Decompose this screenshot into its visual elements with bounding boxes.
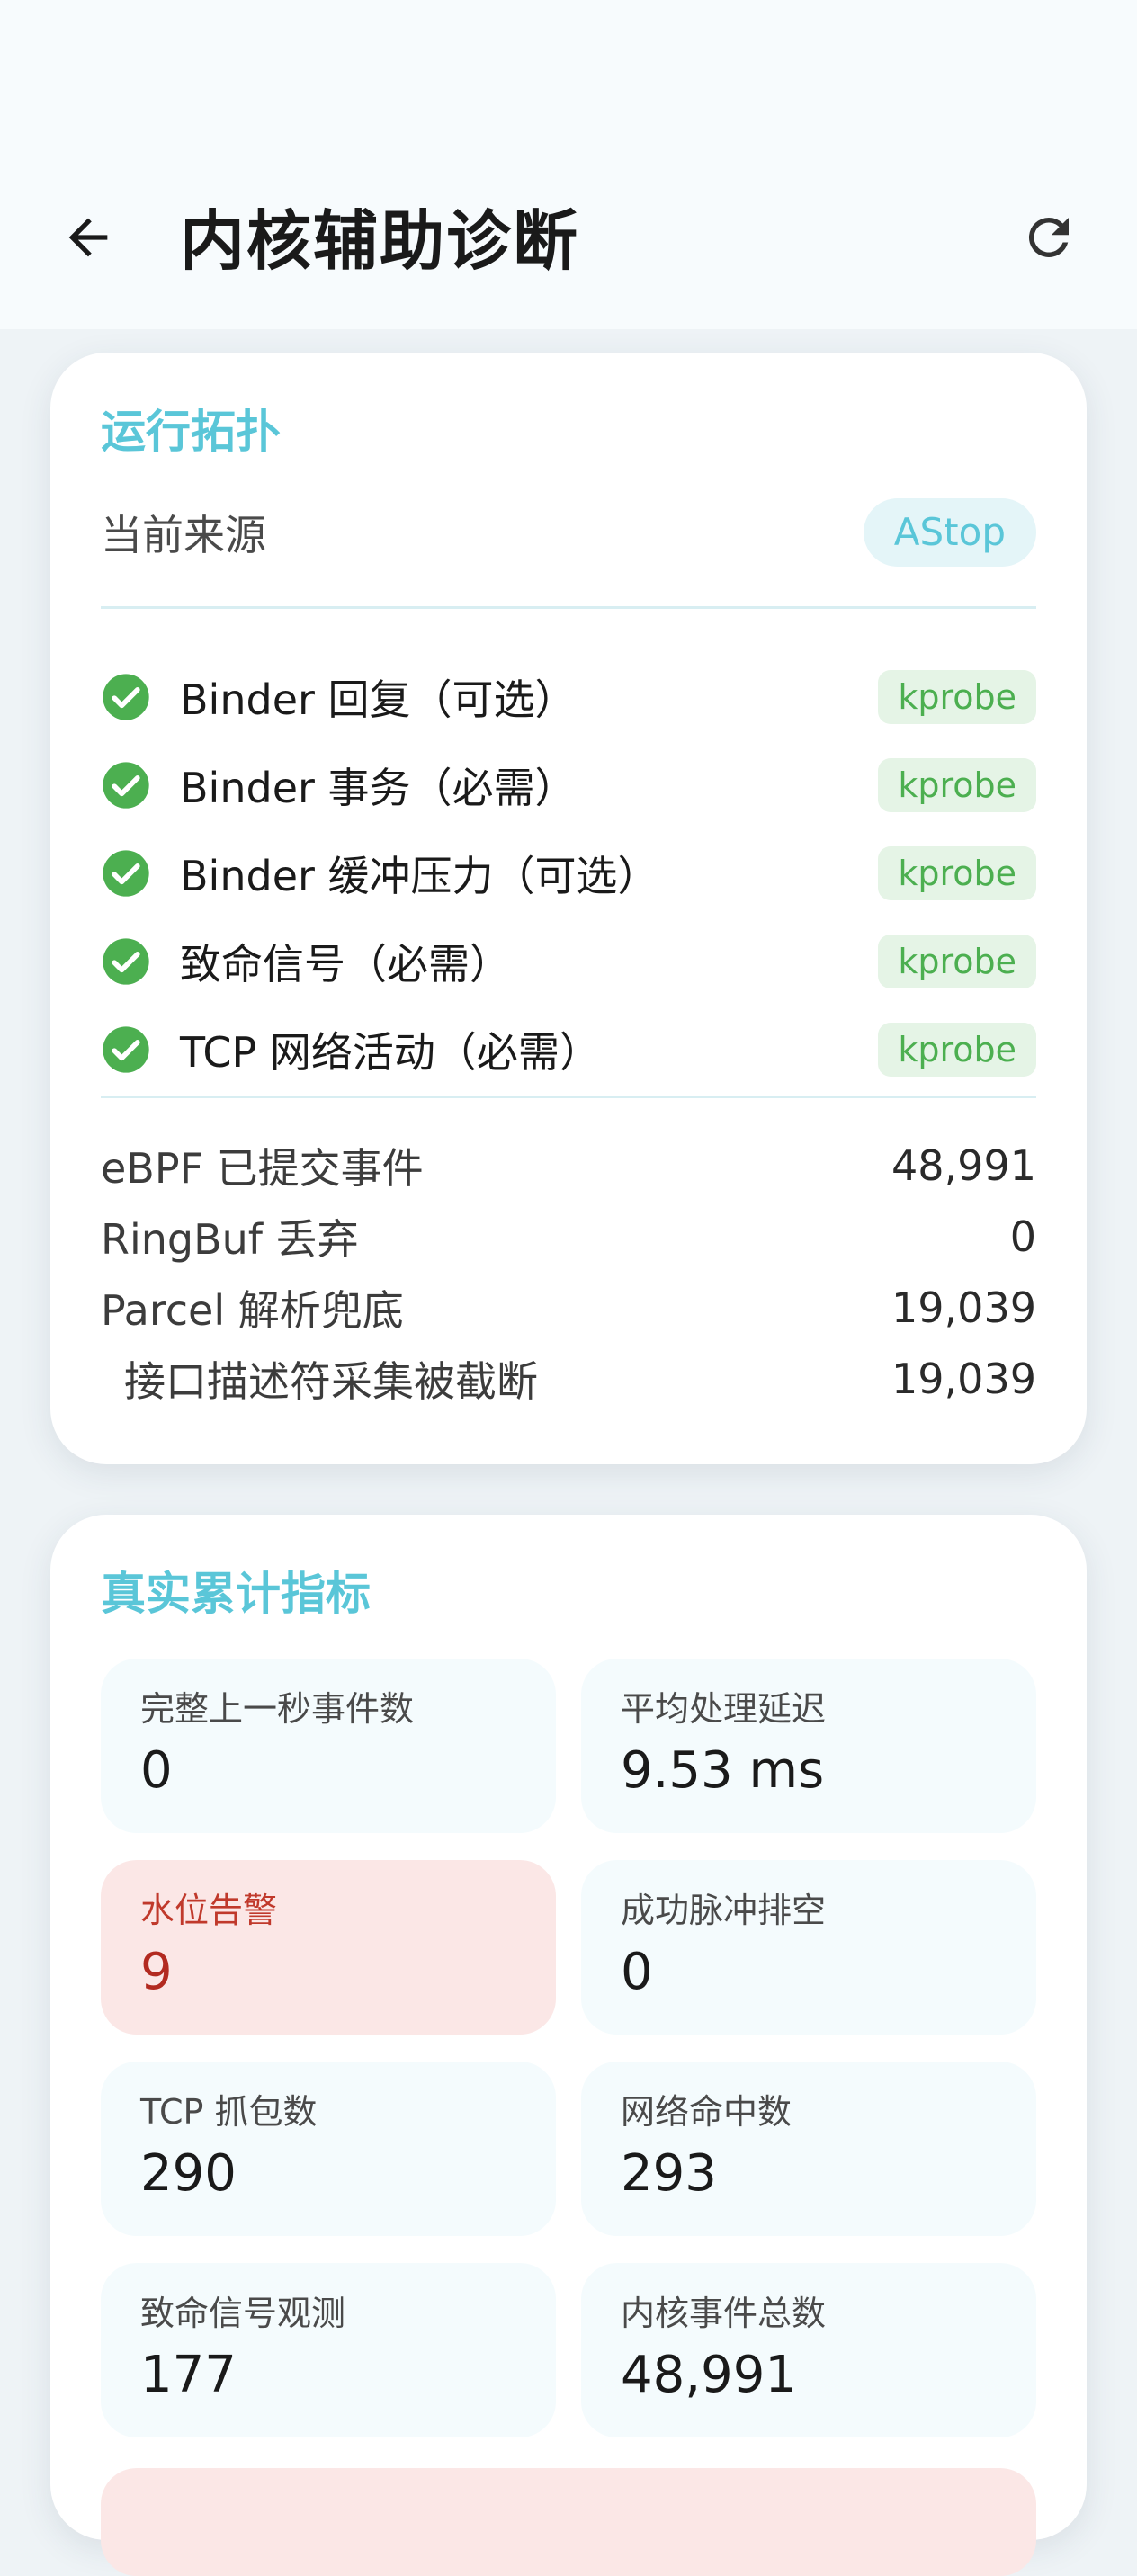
back-button[interactable]: [50, 200, 126, 275]
check-circle-icon: [103, 938, 149, 985]
divider: [101, 606, 1036, 609]
stat-row: RingBuf 丢弃 0: [101, 1201, 1036, 1272]
alert-banner: [101, 2468, 1036, 2576]
stat-label: RingBuf 丢弃: [101, 1214, 359, 1264]
status-bar: [0, 0, 1137, 153]
metric-label: 水位告警: [140, 1891, 278, 1930]
probe-label: Binder 事务（必需）: [180, 764, 577, 812]
metrics-title: 真实累计指标: [101, 1568, 371, 1620]
stat-label: 接口描述符采集被截断: [124, 1356, 538, 1406]
probe-row: 致命信号（必需） kprobe: [101, 917, 1036, 1006]
stat-row: Parcel 解析兜底 19,039: [101, 1272, 1036, 1343]
metric-tile: 内核事件总数 48,991: [581, 2263, 1036, 2437]
metric-label: TCP 抓包数: [140, 2092, 318, 2132]
page-title: 内核辅助诊断: [180, 203, 580, 279]
metric-value: 9: [140, 1943, 173, 2001]
stat-row: 接口描述符采集被截断 19,039: [101, 1343, 1036, 1414]
metric-label: 平均处理延迟: [621, 1689, 827, 1729]
stat-value: 19,039: [891, 1354, 1036, 1403]
stats-list: eBPF 已提交事件 48,991 RingBuf 丢弃 0 Parcel 解析…: [101, 1130, 1036, 1414]
probe-list: Binder 回复（可选） kprobe Binder 事务（必需） kprob…: [101, 653, 1036, 1094]
metric-label: 成功脉冲排空: [621, 1891, 827, 1930]
probe-badge: kprobe: [878, 758, 1036, 812]
metric-value: 0: [621, 1943, 653, 2001]
check-circle-icon: [103, 850, 149, 897]
metric-tile-alert: 水位告警 9: [101, 1860, 556, 2035]
metric-tile: TCP 抓包数 290: [101, 2062, 556, 2236]
probe-label: 致命信号（必需）: [180, 940, 511, 988]
metric-tile: 平均处理延迟 9.53 ms: [581, 1659, 1036, 1833]
stat-value: 19,039: [891, 1283, 1036, 1332]
metrics-grid: 完整上一秒事件数 0 平均处理延迟 9.53 ms 水位告警 9 成功脉冲排空 …: [101, 1659, 1036, 2437]
divider: [101, 1096, 1036, 1098]
metric-value: 48,991: [621, 2346, 797, 2404]
probe-badge: kprobe: [878, 1023, 1036, 1077]
source-badge: AStop: [863, 498, 1036, 567]
stat-value: 0: [1009, 1212, 1036, 1261]
probe-badge: kprobe: [878, 935, 1036, 988]
probe-row: Binder 事务（必需） kprobe: [101, 741, 1036, 829]
probe-label: Binder 回复（可选）: [180, 675, 577, 724]
refresh-icon: [1028, 217, 1069, 257]
metric-label: 完整上一秒事件数: [140, 1689, 415, 1729]
metric-value: 293: [621, 2144, 717, 2203]
stat-label: Parcel 解析兜底: [101, 1285, 404, 1335]
probe-badge: kprobe: [878, 846, 1036, 900]
source-label: 当前来源: [101, 511, 266, 559]
metric-value: 0: [140, 1741, 173, 1800]
metric-label: 网络命中数: [621, 2092, 792, 2132]
metric-label: 内核事件总数: [621, 2294, 827, 2333]
probe-row: Binder 缓冲压力（可选） kprobe: [101, 829, 1036, 917]
metric-tile: 网络命中数 293: [581, 2062, 1036, 2236]
probe-row: TCP 网络活动（必需） kprobe: [101, 1006, 1036, 1094]
arrow-left-icon: [68, 218, 108, 257]
check-circle-icon: [103, 1026, 149, 1073]
probe-label: TCP 网络活动（必需）: [180, 1028, 601, 1077]
metric-tile: 成功脉冲排空 0: [581, 1860, 1036, 2035]
refresh-button[interactable]: [1011, 200, 1087, 275]
topology-title: 运行拓扑: [101, 406, 281, 458]
app-bar: 内核辅助诊断: [0, 153, 1137, 329]
topology-card: 运行拓扑 当前来源 AStop Binder 回复（可选） kprobe Bin…: [50, 353, 1087, 1464]
metric-tile: 完整上一秒事件数 0: [101, 1659, 556, 1833]
metric-tile: 致命信号观测 177: [101, 2263, 556, 2437]
metric-label: 致命信号观测: [140, 2294, 346, 2333]
stat-value: 48,991: [891, 1140, 1036, 1190]
stat-row: eBPF 已提交事件 48,991: [101, 1130, 1036, 1201]
check-circle-icon: [103, 674, 149, 720]
metric-value: 290: [140, 2144, 237, 2203]
probe-row: Binder 回复（可选） kprobe: [101, 653, 1036, 741]
metric-value: 9.53 ms: [621, 1741, 825, 1800]
probe-label: Binder 缓冲压力（可选）: [180, 852, 659, 900]
source-row: 当前来源 AStop: [101, 498, 1036, 567]
check-circle-icon: [103, 762, 149, 809]
stat-label: eBPF 已提交事件: [101, 1143, 424, 1193]
metric-value: 177: [140, 2346, 237, 2404]
metrics-card: 真实累计指标 完整上一秒事件数 0 平均处理延迟 9.53 ms 水位告警 9 …: [50, 1515, 1087, 2576]
probe-badge: kprobe: [878, 670, 1036, 724]
